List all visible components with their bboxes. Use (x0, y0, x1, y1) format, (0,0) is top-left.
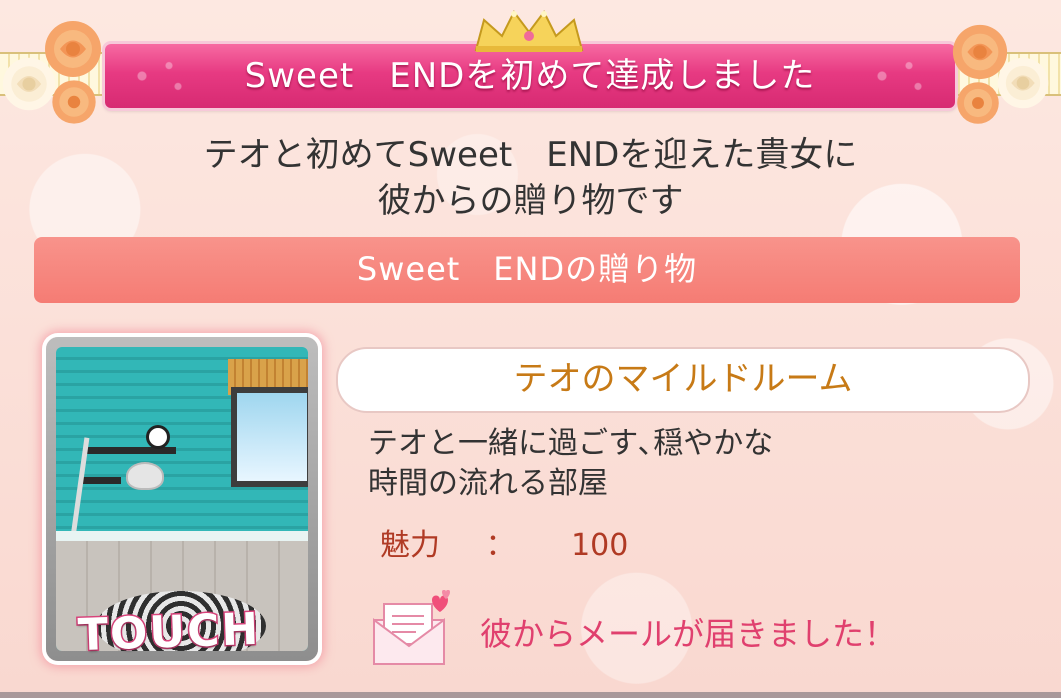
rose-icon (997, 57, 1049, 109)
room-preview-image (56, 347, 308, 651)
window (231, 387, 308, 487)
item-name: テオのマイルドルーム (513, 359, 853, 399)
banner-title: Sweet ENDを初めて達成しました (244, 56, 816, 96)
rose-icon (957, 82, 999, 124)
gift-message: テオと初めてSweet ENDを迎えた貴女に 彼からの贈り物です (0, 132, 1061, 224)
tiara-icon (474, 10, 584, 52)
lamp-shade (126, 462, 164, 490)
rose-icon (52, 80, 96, 124)
charm-stat-value: 100 (571, 528, 629, 563)
gift-section-header: Sweet ENDの贈り物 (34, 237, 1020, 303)
shelf (81, 477, 121, 484)
gift-section-title: Sweet ENDの贈り物 (356, 250, 698, 288)
envelope-heart-icon (373, 590, 450, 665)
gift-message-line-1: テオと初めてSweet ENDを迎えた貴女に (203, 135, 858, 175)
item-description-line-1: テオと一緒に過ごす､穏やかな (368, 426, 774, 461)
charm-stat: 魅力 ： 100 (380, 528, 628, 564)
gift-message-line-2: 彼からの贈り物です (377, 181, 684, 221)
clock-icon (146, 425, 170, 449)
bottom-divider (0, 692, 1061, 698)
item-description: テオと一緒に過ごす､穏やかな 時間の流れる部屋 (368, 424, 928, 504)
item-description-line-2: 時間の流れる部屋 (368, 466, 608, 501)
item-name-box: テオのマイルドルーム (336, 347, 1030, 413)
touch-label[interactable]: TOUCH (76, 602, 263, 662)
mail-received-notice[interactable]: 彼からメールが届きました！ (480, 614, 896, 654)
charm-stat-label: 魅力 (380, 528, 440, 563)
charm-stat-separator: ： (485, 528, 516, 563)
